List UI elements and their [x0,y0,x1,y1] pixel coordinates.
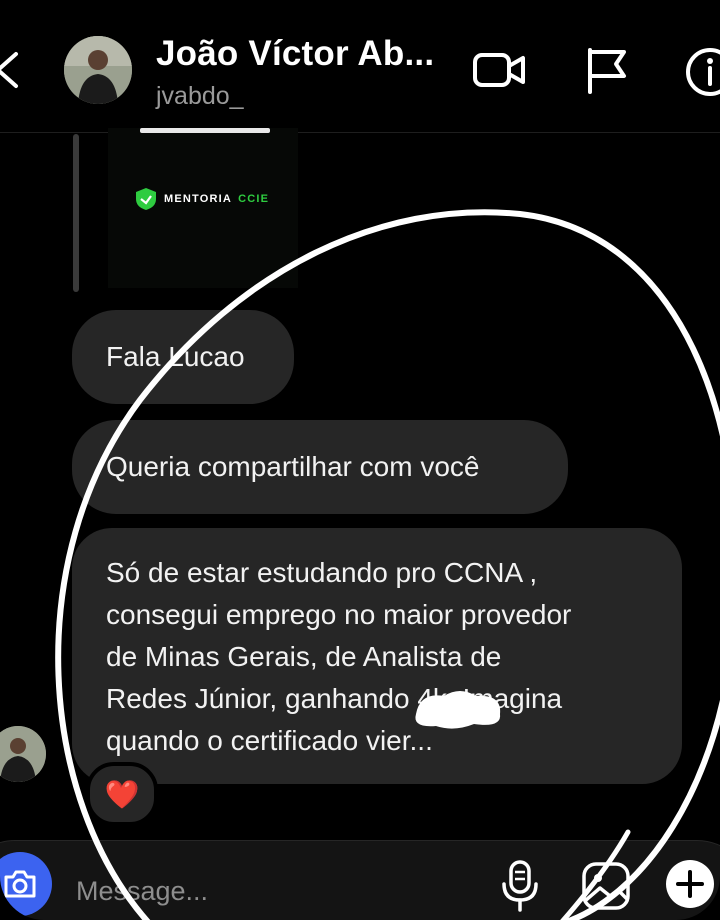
contact-avatar[interactable] [64,36,132,104]
logo-text-accent: CCIE [238,193,270,205]
info-icon[interactable] [684,46,720,98]
video-camera-icon[interactable] [472,46,528,94]
flag-icon[interactable] [584,46,630,94]
message-input[interactable] [74,870,458,912]
microphone-icon[interactable] [498,858,542,914]
back-chevron-icon[interactable] [0,50,26,90]
shared-post-bar [140,128,270,133]
logo-text-main: MENTORIA [164,193,233,205]
chat-screen: João Víctor Ab... jvabdo_ MENTORIA CCIE … [0,0,720,920]
gallery-icon[interactable] [578,858,634,914]
plus-icon[interactable] [664,858,716,910]
heart-reaction[interactable]: ❤️ [86,762,158,826]
contact-name[interactable]: João Víctor Ab... [156,34,434,74]
message-bubble[interactable]: Só de estar estudando pro CCNA , consegu… [72,528,682,784]
mentoria-ccie-logo: MENTORIA CCIE [134,187,269,211]
camera-icon [4,870,36,898]
redaction-scribble [415,691,501,729]
sender-avatar[interactable] [0,726,46,782]
contact-username: jvabdo_ [156,82,244,110]
message-bubble[interactable]: Queria compartilhar com você [72,420,568,514]
reply-indicator-line [73,134,79,292]
message-bubble[interactable]: Fala Lucao [72,310,294,404]
chat-header: João Víctor Ab... jvabdo_ [0,0,720,133]
shield-logo-icon [136,188,156,210]
